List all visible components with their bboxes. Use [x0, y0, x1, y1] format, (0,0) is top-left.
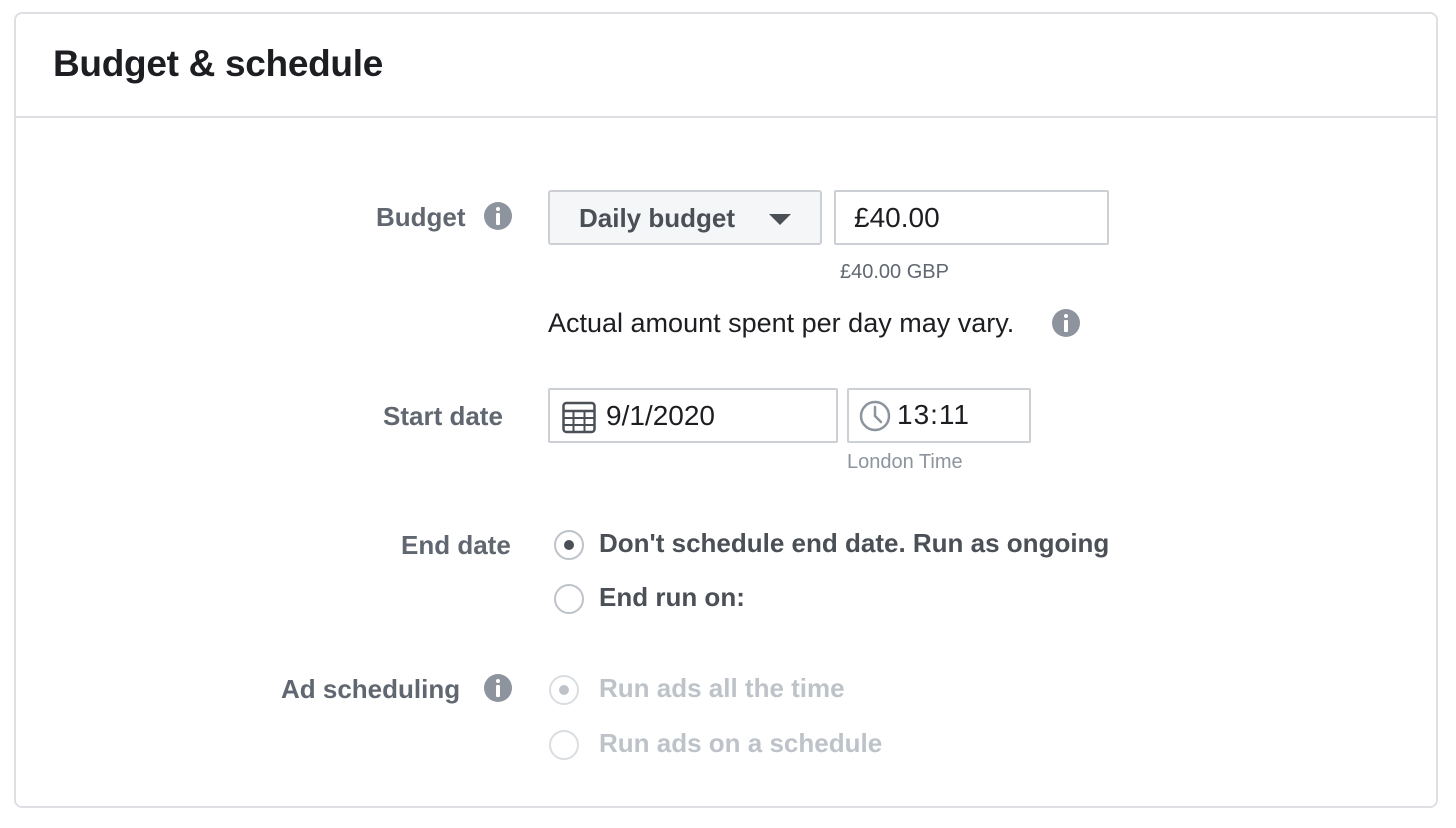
budget-note: Actual amount spent per day may vary. [548, 308, 1015, 338]
timezone-label: London Time [847, 451, 963, 473]
caret-down-icon [769, 214, 791, 225]
spend-info-icon[interactable] [1052, 309, 1080, 337]
radio-run-all-time[interactable] [549, 675, 579, 705]
end-date-label: End date [401, 530, 511, 560]
start-time-input[interactable] [897, 395, 1017, 435]
budget-type-label: Daily budget [579, 203, 736, 233]
budget-info-icon[interactable] [484, 202, 512, 230]
budget-amount-input[interactable] [834, 190, 1109, 245]
budget-label: Budget [376, 202, 466, 232]
start-date-field[interactable] [548, 388, 838, 443]
start-date-label: Start date [383, 401, 503, 431]
radio-run-all-time-label: Run ads all the time [599, 673, 845, 703]
card-header: Budget & schedule [16, 14, 1436, 118]
calendar-icon [562, 401, 596, 434]
start-date-input[interactable] [606, 396, 826, 436]
radio-end-run-on-label: End run on: [599, 582, 745, 612]
clock-icon [859, 400, 891, 432]
ad-scheduling-info-icon[interactable] [484, 674, 512, 702]
radio-run-on-schedule-label: Run ads on a schedule [599, 728, 883, 758]
ad-scheduling-label: Ad scheduling [281, 674, 461, 704]
radio-ongoing-label: Don't schedule end date. Run as ongoing [599, 528, 1110, 558]
radio-ongoing[interactable] [554, 530, 584, 560]
radio-run-on-schedule[interactable] [549, 730, 579, 760]
section-title: Budget & schedule [53, 43, 383, 84]
radio-end-run-on[interactable] [554, 584, 584, 614]
budget-type-dropdown[interactable]: Daily budget [548, 190, 822, 245]
start-time-field[interactable] [847, 388, 1031, 443]
budget-amount-caption: £40.00 GBP [840, 261, 949, 283]
